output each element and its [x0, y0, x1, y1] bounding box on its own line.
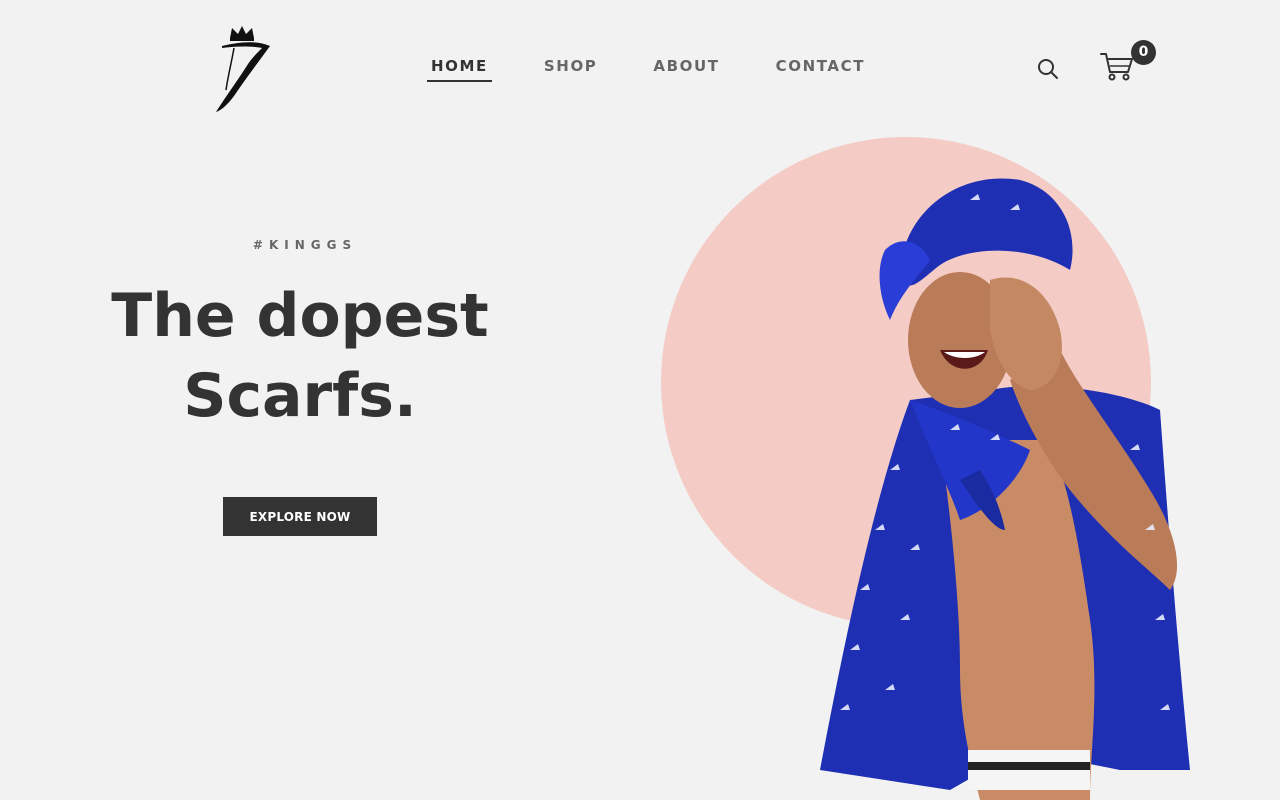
nav-shop[interactable]: SHOP: [540, 56, 602, 82]
nav-home[interactable]: HOME: [427, 56, 492, 82]
hero-title-line-2: Scarfs.: [183, 361, 417, 431]
hero-title-line-1: The dopest: [111, 281, 489, 351]
hero-title: The dopest Scarfs.: [100, 276, 500, 436]
cart-count-badge: 0: [1131, 40, 1156, 65]
main-nav: HOME SHOP ABOUT CONTACT: [427, 56, 869, 82]
hero-hashtag: #KINGGS: [252, 238, 358, 252]
brand-logo[interactable]: [208, 24, 274, 114]
explore-now-button[interactable]: EXPLORE NOW: [223, 497, 377, 536]
hero-model-image: [790, 150, 1210, 800]
crown-logo-icon: [216, 26, 270, 112]
model-illustration: [820, 178, 1190, 800]
nav-contact[interactable]: CONTACT: [772, 56, 869, 82]
search-button[interactable]: [1036, 57, 1060, 81]
nav-about[interactable]: ABOUT: [649, 56, 723, 82]
search-icon: [1038, 59, 1058, 79]
